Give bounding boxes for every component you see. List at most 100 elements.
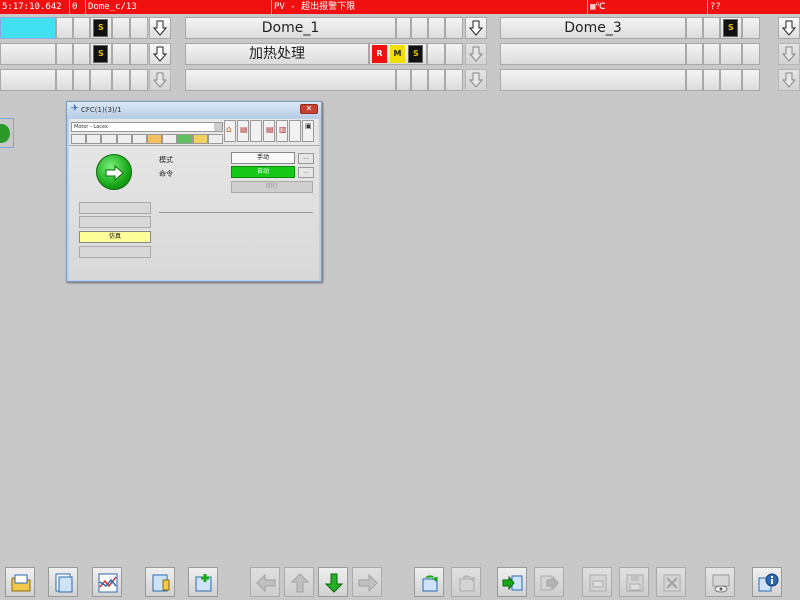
- area-cell[interactable]: [411, 17, 428, 39]
- tab-cell[interactable]: [86, 134, 102, 144]
- forward-button[interactable]: [352, 567, 382, 597]
- area-cell[interactable]: [427, 43, 445, 65]
- down-arrow-button[interactable]: [778, 17, 800, 39]
- area-button-left[interactable]: [0, 17, 56, 39]
- area-cell[interactable]: [445, 69, 463, 91]
- faceplate-titlebar[interactable]: ✈ CFC(1)(3)/1 ✕: [67, 102, 321, 118]
- area-cell[interactable]: [742, 69, 760, 91]
- redo-button[interactable]: [451, 567, 481, 597]
- area-cell[interactable]: [112, 17, 130, 39]
- home-icon[interactable]: ⌂: [224, 120, 236, 142]
- export-button[interactable]: [534, 567, 564, 597]
- area-cell[interactable]: [742, 17, 760, 39]
- report-icon[interactable]: ▤: [263, 120, 275, 142]
- area-cell[interactable]: [396, 17, 411, 39]
- area-button[interactable]: [0, 69, 56, 91]
- trend-button[interactable]: [92, 567, 122, 597]
- document-icon[interactable]: ▤: [237, 120, 249, 142]
- area-cell[interactable]: [686, 43, 703, 65]
- area-cell[interactable]: [56, 17, 73, 39]
- up-button[interactable]: [284, 567, 314, 597]
- down-arrow-button[interactable]: [465, 43, 487, 65]
- area-cell[interactable]: [73, 17, 90, 39]
- area-cell[interactable]: [90, 43, 112, 65]
- info-button[interactable]: [752, 567, 782, 597]
- area-cell[interactable]: [130, 43, 148, 65]
- down-arrow-button[interactable]: [778, 69, 800, 91]
- area-cell[interactable]: [73, 43, 90, 65]
- disabled-command-button[interactable]: 回行: [231, 181, 313, 193]
- area-cell[interactable]: [686, 17, 703, 39]
- open-folder-button[interactable]: [5, 567, 35, 597]
- tab-cell[interactable]: [116, 134, 132, 144]
- area-button[interactable]: [500, 69, 686, 91]
- area-cell[interactable]: [411, 69, 428, 91]
- area-cell[interactable]: [686, 69, 703, 91]
- chart-icon[interactable]: ▥: [276, 120, 288, 142]
- area-cell[interactable]: [445, 17, 463, 39]
- area-cell[interactable]: [428, 17, 445, 39]
- save-button[interactable]: [619, 567, 649, 597]
- area-button-heat-treatment[interactable]: 加热处理: [185, 43, 369, 65]
- area-cell[interactable]: [90, 69, 112, 91]
- area-button[interactable]: [0, 43, 56, 65]
- area-cell[interactable]: [703, 69, 720, 91]
- report-button[interactable]: [145, 567, 175, 597]
- delete-button[interactable]: [656, 567, 686, 597]
- area-button-dome-3[interactable]: Dome_3: [500, 17, 686, 39]
- view-button[interactable]: [705, 567, 735, 597]
- area-cell[interactable]: [56, 43, 73, 65]
- add-button[interactable]: [188, 567, 218, 597]
- pin-icon[interactable]: ▣: [302, 120, 314, 142]
- down-arrow-button[interactable]: [149, 69, 171, 91]
- tab-cell[interactable]: [177, 134, 193, 144]
- view-selector[interactable]: Motor - Lacex: [71, 122, 223, 132]
- tab-cell[interactable]: [147, 134, 163, 144]
- motor-status-indicator[interactable]: [0, 118, 14, 148]
- area-cell[interactable]: [720, 17, 742, 39]
- blank-icon[interactable]: [289, 120, 301, 142]
- area-cell[interactable]: [112, 69, 130, 91]
- mode-more-button[interactable]: ...: [298, 153, 314, 164]
- area-cell[interactable]: [130, 69, 148, 91]
- area-button[interactable]: [185, 69, 396, 91]
- tab-cell[interactable]: [207, 134, 224, 144]
- down-arrow-button[interactable]: [149, 17, 171, 39]
- tab-cell[interactable]: [131, 134, 148, 144]
- area-cell[interactable]: [445, 43, 463, 65]
- tab-cell[interactable]: [71, 134, 87, 144]
- back-button[interactable]: [250, 567, 280, 597]
- area-cell[interactable]: [130, 17, 148, 39]
- down-arrow-button[interactable]: [149, 43, 171, 65]
- area-cell[interactable]: [396, 69, 411, 91]
- blank-icon[interactable]: [250, 120, 262, 142]
- area-button[interactable]: [500, 43, 686, 65]
- area-cell[interactable]: [703, 43, 720, 65]
- tab-cell[interactable]: [101, 134, 117, 144]
- tab-cell[interactable]: [192, 134, 208, 144]
- command-more-button[interactable]: ...: [298, 167, 314, 178]
- area-cell[interactable]: [90, 17, 112, 39]
- area-cell[interactable]: [428, 69, 445, 91]
- down-arrow-button[interactable]: [778, 43, 800, 65]
- close-button[interactable]: ✕: [300, 104, 318, 114]
- auto-command-button[interactable]: 自动: [231, 166, 295, 178]
- area-cell[interactable]: [73, 69, 90, 91]
- area-status-cell[interactable]: R M: [369, 43, 427, 65]
- area-cell[interactable]: [742, 43, 760, 65]
- area-cell[interactable]: [56, 69, 73, 91]
- area-button-dome-1[interactable]: Dome_1: [185, 17, 396, 39]
- overview-button[interactable]: [48, 567, 78, 597]
- area-cell[interactable]: [703, 17, 720, 39]
- down-arrow-button[interactable]: [465, 69, 487, 91]
- alarm-bar[interactable]: 5:17:10.642 0 Dome_c/13 PV - 超出报警下限 ▦℃ ?…: [0, 0, 800, 14]
- down-button[interactable]: [318, 567, 348, 597]
- area-cell[interactable]: [112, 43, 130, 65]
- area-cell[interactable]: [720, 69, 742, 91]
- import-button[interactable]: [497, 567, 527, 597]
- tab-cell[interactable]: [162, 134, 178, 144]
- down-arrow-button[interactable]: [465, 17, 487, 39]
- area-cell[interactable]: [720, 43, 742, 65]
- refresh-button[interactable]: [414, 567, 444, 597]
- print-button[interactable]: [582, 567, 612, 597]
